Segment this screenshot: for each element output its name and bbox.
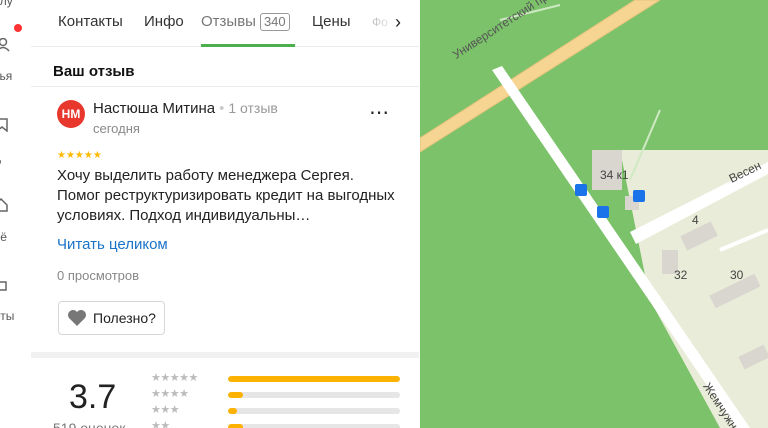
bus-stop-icon[interactable] — [597, 206, 609, 218]
notification-dot — [14, 24, 22, 32]
review-text: Хочу выделить работу менеджера Сергея. П… — [57, 167, 395, 224]
useful-label: Полезно? — [93, 310, 156, 326]
tab-contacts[interactable]: Контакты — [58, 13, 123, 30]
section-divider — [31, 352, 419, 358]
bar-fill — [228, 408, 237, 414]
bar-track — [228, 424, 400, 428]
rail-label: еты — [0, 309, 15, 323]
map-canvas — [420, 0, 768, 428]
author-name[interactable]: Настюша Митина — [93, 100, 215, 117]
map-view[interactable]: Университетский проспект 34 к1 Весен 4 3… — [420, 0, 768, 428]
separator-dot: • — [219, 100, 225, 117]
bar-fill — [228, 376, 400, 382]
building-label: 34 к1 — [600, 168, 629, 182]
organization-panel: Контакты Инфо Отзывы340 Цены Фо › Ваш от… — [31, 0, 419, 428]
active-tab-indicator — [201, 44, 295, 47]
house-number: 32 — [674, 268, 688, 282]
rating-bar-row: ★★★★★ — [151, 372, 419, 385]
rating-count: 519 оценок — [53, 420, 126, 428]
heart-icon — [68, 310, 86, 326]
bar-stars: ★★★★ — [151, 388, 189, 400]
tip-icon — [0, 281, 7, 291]
avatar[interactable]: НМ — [57, 100, 85, 128]
reviews-count-badge: 340 — [259, 13, 290, 31]
person-icon — [0, 38, 10, 52]
bus-stop-icon[interactable] — [575, 184, 587, 196]
house-number: 30 — [730, 268, 744, 282]
rating-bar-row: ★★★★ — [151, 388, 419, 401]
bar-fill — [228, 392, 244, 398]
rail-label: ьё — [0, 230, 7, 244]
tab-reviews[interactable]: Отзывы 340 — [201, 13, 290, 31]
tab-bar: Контакты Инфо Отзывы340 Цены Фо › — [31, 0, 419, 47]
rating-value: 3.7 — [69, 378, 117, 416]
rail-label: д — [0, 150, 1, 164]
read-more-link[interactable]: Читать целиком — [57, 236, 168, 253]
more-options-icon[interactable]: ⋯ — [369, 100, 390, 125]
tab-reviews-label: Отзывы — [201, 13, 256, 30]
views-count: 0 просмотров — [57, 268, 140, 283]
house-number: 4 — [692, 213, 699, 227]
rating-bar-row: ★★ — [151, 420, 419, 428]
review-rating-stars: ★★★★★ — [57, 150, 102, 161]
divider — [31, 86, 419, 87]
bar-stars: ★★ — [151, 420, 170, 428]
your-review-heading: Ваш отзыв — [53, 63, 135, 80]
review-author: Настюша Митина • 1 отзыв — [93, 100, 278, 117]
chevron-right-icon[interactable]: › — [395, 12, 401, 33]
left-rail: улу зья д ьё еты — [0, 0, 32, 428]
review-date: сегодня — [93, 121, 140, 136]
tab-info[interactable]: Инфо — [144, 13, 184, 30]
bar-track — [228, 392, 400, 398]
home-icon — [0, 198, 8, 212]
tab-prices[interactable]: Цены — [312, 13, 351, 30]
rail-label: улу — [0, 0, 13, 8]
rail-label: зья — [0, 69, 13, 83]
bar-track — [228, 408, 400, 414]
bar-stars: ★★★ — [151, 404, 180, 416]
bar-fill — [228, 424, 244, 428]
author-review-count: 1 отзыв — [228, 100, 278, 116]
bar-stars: ★★★★★ — [151, 372, 198, 384]
bar-track — [228, 376, 400, 382]
bookmark-icon — [0, 118, 8, 132]
useful-button[interactable]: Полезно? — [58, 301, 165, 335]
rating-bar-row: ★★★ — [151, 404, 419, 417]
bus-stop-icon[interactable] — [633, 190, 645, 202]
